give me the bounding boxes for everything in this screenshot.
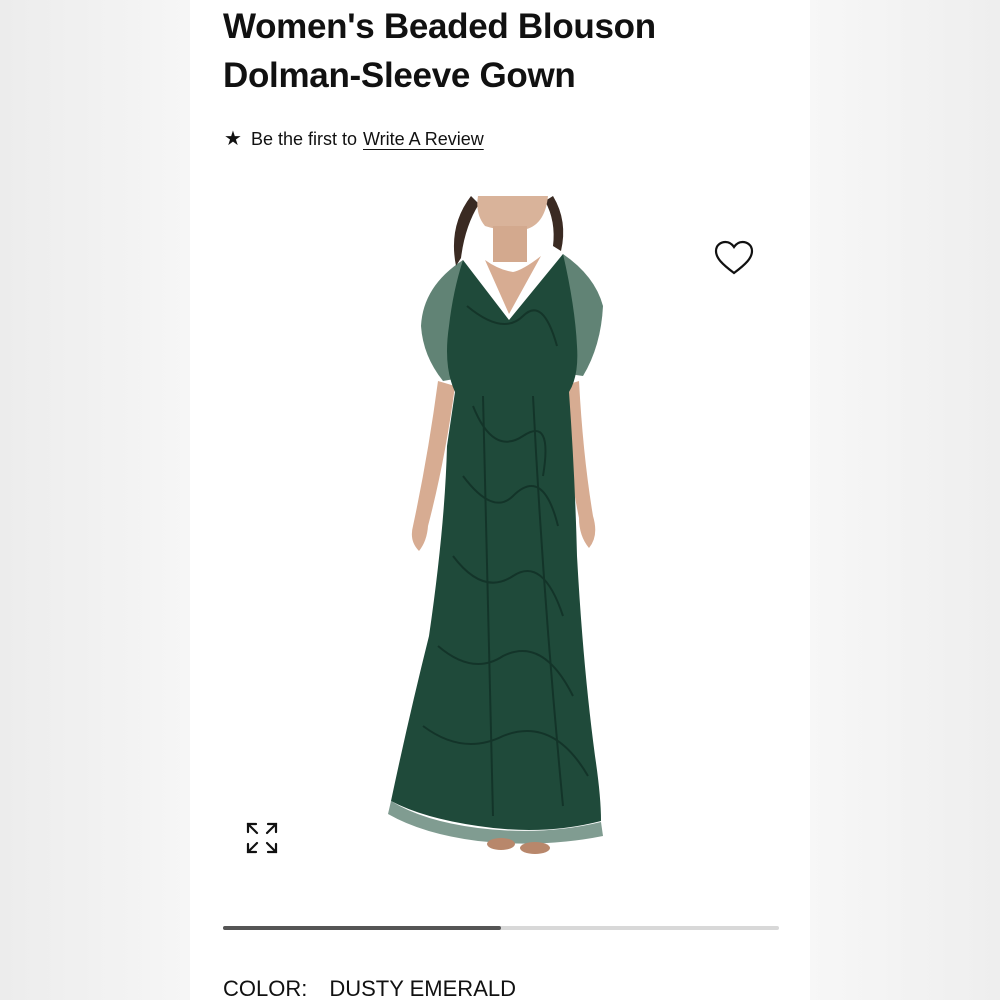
product-title-line1: Women's Beaded Blouson <box>223 7 656 46</box>
color-label: COLOR: <box>223 976 308 1000</box>
write-review-link[interactable]: Write A Review <box>363 126 484 152</box>
expand-icon[interactable] <box>244 820 280 856</box>
product-image[interactable] <box>223 196 779 886</box>
right-backdrop <box>810 0 1000 1000</box>
color-selector: COLOR: DUSTY EMERALD <box>223 974 516 1000</box>
product-title: Women's Beaded Blouson Dolman-Sleeve Gow… <box>223 2 783 100</box>
gallery-progress-bar <box>223 926 779 930</box>
product-page: Women's Beaded Blouson Dolman-Sleeve Gow… <box>190 0 810 1000</box>
left-backdrop <box>0 0 190 1000</box>
review-row: ★ Be the first to Write A Review <box>224 126 484 152</box>
dress-model-image <box>388 196 603 854</box>
star-icon: ★ <box>224 128 242 150</box>
color-value: DUSTY EMERALD <box>329 976 516 1000</box>
heart-icon[interactable] <box>714 240 754 276</box>
product-title-line2: Dolman-Sleeve Gown <box>223 56 576 95</box>
gallery-progress-fill <box>223 926 501 930</box>
review-prefix: Be the first to <box>250 129 357 149</box>
